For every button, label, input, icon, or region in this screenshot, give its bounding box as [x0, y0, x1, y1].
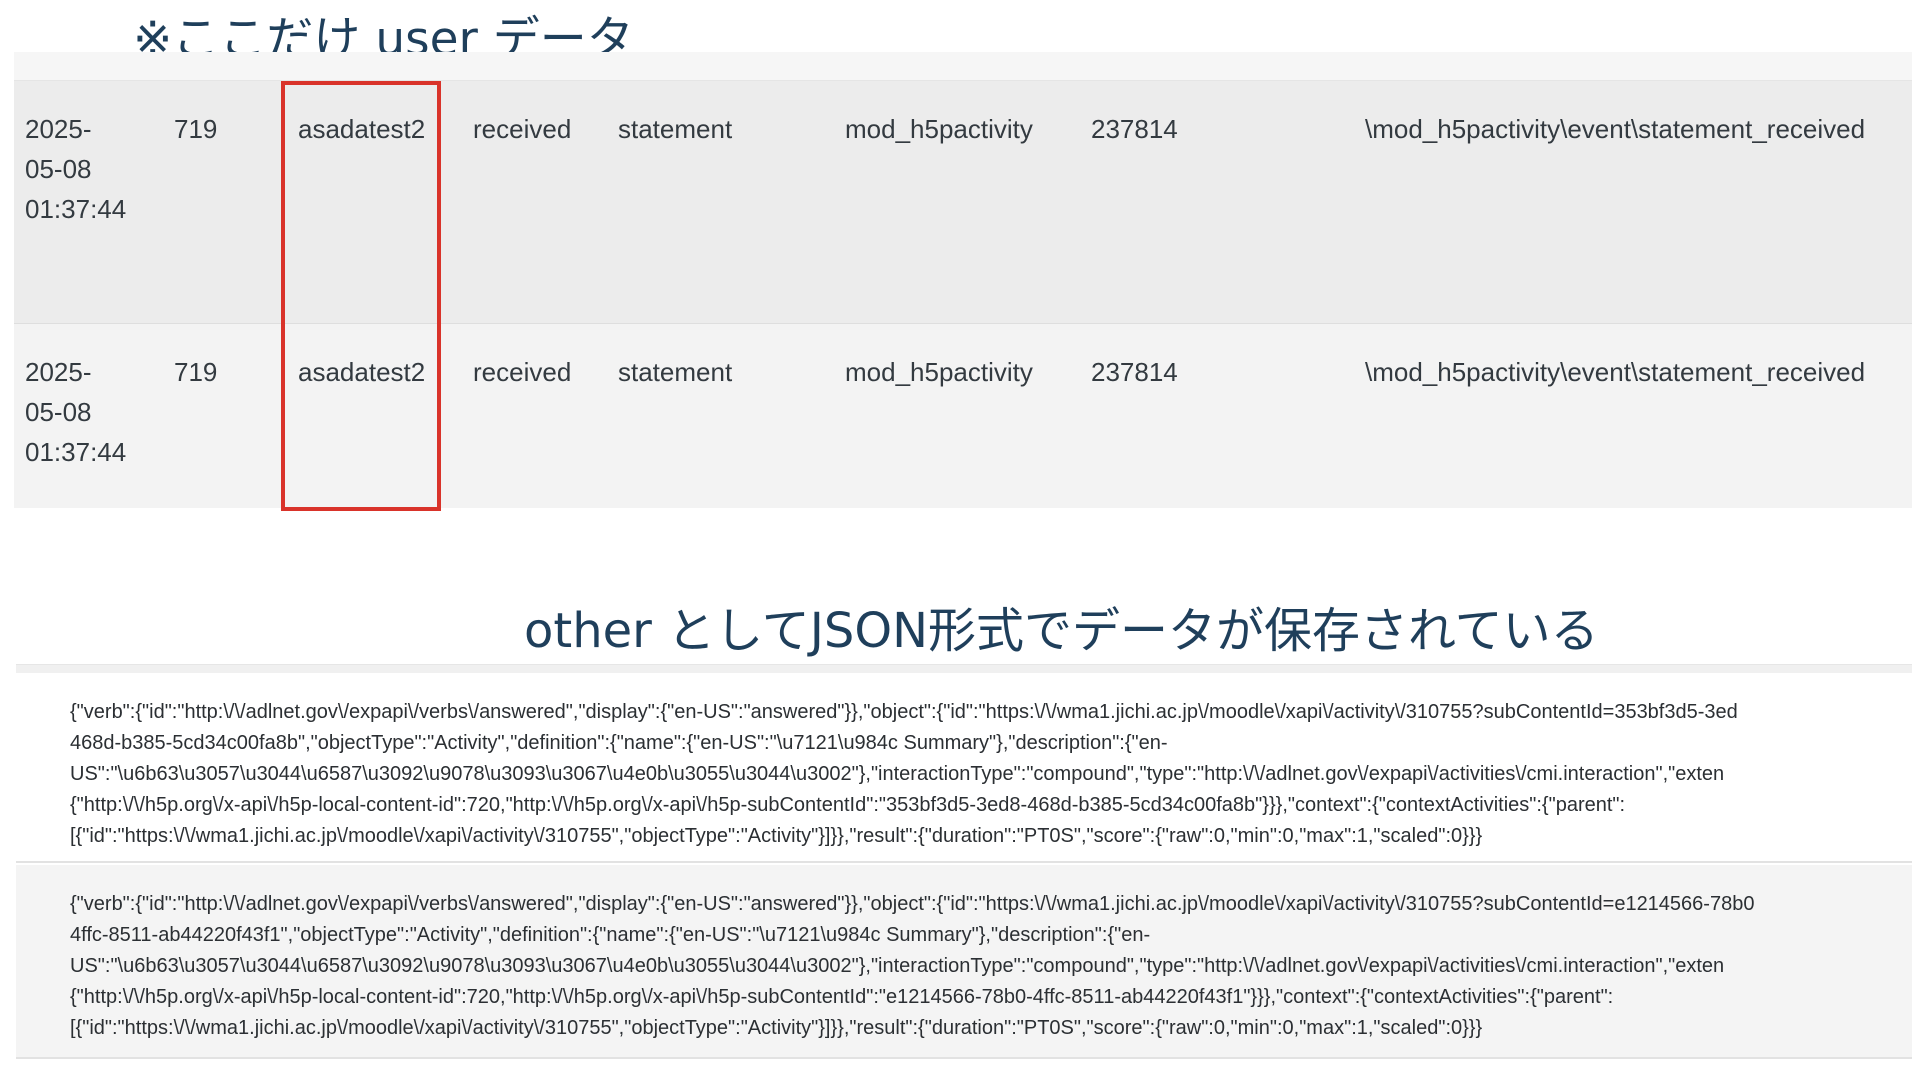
json-row: {"verb":{"id":"http:\/\/adlnet.gov\/expa…	[16, 865, 1912, 1059]
event-name-cell: \mod_h5pactivity\event\statement_receive…	[1365, 357, 1866, 387]
username-column-highlight-box	[281, 81, 441, 511]
time-date-year: 2025-	[25, 357, 92, 387]
time-clock: 01:37:44	[25, 194, 127, 224]
time-clock: 01:37:44	[25, 437, 127, 467]
screenshot-page: ※ここだけ user データ 2025- 05-08 01:37:44 719 …	[0, 0, 1920, 1080]
json-line: US":"\u6b63\u3057\u3044\u6587\u3092\u907…	[70, 955, 1725, 977]
action-cell: received	[473, 114, 572, 144]
annotation-other-json: other としてJSON形式でデータが保存されている	[524, 603, 1599, 659]
json-row: {"verb":{"id":"http:\/\/adlnet.gov\/expa…	[16, 673, 1912, 863]
json-line: 468d-b385-5cd34c00fa8b","objectType":"Ac…	[70, 732, 1168, 754]
json-line: {"verb":{"id":"http:\/\/adlnet.gov\/expa…	[70, 893, 1755, 915]
time-date-monthday: 05-08	[25, 397, 92, 427]
user-id-cell: 719	[174, 357, 218, 387]
time-cell: 2025- 05-08 01:37:44	[25, 109, 145, 229]
component-cell: mod_h5pactivity	[845, 114, 1033, 144]
object-id-cell: 237814	[1091, 357, 1178, 387]
log-table-header-strip	[14, 52, 1912, 81]
event-name-cell: \mod_h5pactivity\event\statement_receive…	[1365, 114, 1866, 144]
json-line: US":"\u6b63\u3057\u3044\u6587\u3092\u907…	[70, 763, 1725, 785]
time-cell: 2025- 05-08 01:37:44	[25, 352, 145, 472]
object-id-cell: 237814	[1091, 114, 1178, 144]
json-line: [{"id":"https:\/\/wma1.jichi.ac.jp\/mood…	[70, 1017, 1483, 1039]
json-line: {"http:\/\/h5p.org\/x-api\/h5p-local-con…	[70, 794, 1626, 816]
json-line: 4ffc-8511-ab44220f43f1","objectType":"Ac…	[70, 924, 1151, 946]
other-json-table: {"verb":{"id":"http:\/\/adlnet.gov\/expa…	[16, 664, 1912, 1059]
time-date-year: 2025-	[25, 114, 92, 144]
user-id-cell: 719	[174, 114, 218, 144]
action-cell: received	[473, 357, 572, 387]
component-cell: mod_h5pactivity	[845, 357, 1033, 387]
target-cell: statement	[618, 357, 733, 387]
json-table-top-rule	[16, 664, 1912, 673]
time-date-monthday: 05-08	[25, 154, 92, 184]
json-line: {"verb":{"id":"http:\/\/adlnet.gov\/expa…	[70, 701, 1738, 723]
json-line: [{"id":"https:\/\/wma1.jichi.ac.jp\/mood…	[70, 825, 1483, 847]
target-cell: statement	[618, 114, 733, 144]
json-line: {"http:\/\/h5p.org\/x-api\/h5p-local-con…	[70, 986, 1614, 1008]
